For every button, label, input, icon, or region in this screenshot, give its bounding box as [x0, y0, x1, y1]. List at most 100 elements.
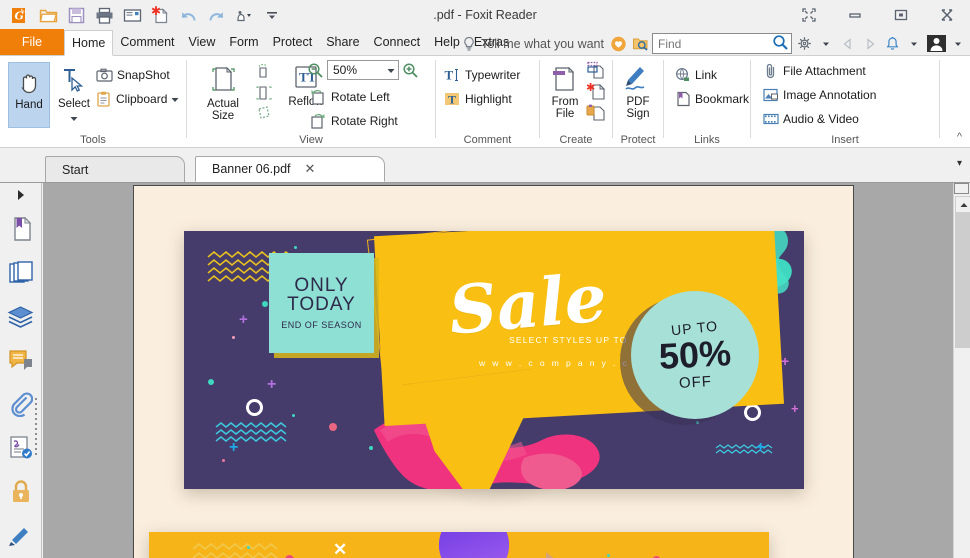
menu-tab-home[interactable]: Home — [64, 30, 114, 56]
ribbon-group-label-protect: Protect — [620, 134, 656, 146]
typewriter-button[interactable]: T Typewriter — [444, 64, 521, 86]
lightbulb-icon[interactable] — [459, 33, 479, 55]
menu-tab-form[interactable]: Form — [222, 29, 265, 55]
redo-icon[interactable] — [202, 2, 230, 28]
find-dropdown-caret-icon[interactable] — [816, 33, 836, 55]
svg-text:✱: ✱ — [586, 82, 595, 94]
vertical-scrollbar[interactable] — [953, 183, 970, 558]
from-scanner-icon[interactable] — [586, 61, 606, 79]
close-icon[interactable]: ✕ — [305, 161, 316, 177]
menu-tab-connect[interactable]: Connect — [367, 29, 428, 55]
search-icon[interactable] — [772, 34, 789, 54]
from-clipboard-icon[interactable] — [586, 103, 606, 121]
highlight-button[interactable]: T Highlight — [444, 88, 512, 110]
document-viewport[interactable]: + + + + + + Sale SELECT STYLES UP TO w w… — [43, 183, 953, 558]
page-rotate-icon[interactable] — [255, 105, 273, 121]
zoom-level-combobox[interactable]: 50% — [327, 60, 399, 80]
clipboard-label: Clipboard — [116, 92, 168, 106]
new-from-scanner-icon[interactable]: ✱ — [146, 2, 174, 28]
pdf-sign-button[interactable]: PDF Sign — [617, 60, 659, 120]
clipboard-icon — [96, 91, 112, 107]
bookmark-button[interactable]: Bookmark — [674, 88, 749, 110]
sidebar-item-stamps[interactable] — [0, 514, 42, 558]
zoom-out-icon[interactable] — [307, 62, 324, 79]
scroll-split-button[interactable] — [954, 183, 969, 194]
ribbon-group-label-links: Links — [694, 134, 720, 146]
select-tool-button[interactable]: Select — [52, 62, 96, 128]
clipboard-dropdown-caret-icon[interactable] — [171, 92, 179, 106]
heart-icon[interactable] — [608, 33, 628, 55]
menu-tab-protect[interactable]: Protect — [266, 29, 320, 55]
typewriter-icon: T — [444, 67, 461, 83]
collapse-ribbon-button[interactable]: ^ — [957, 131, 962, 143]
blank-page-icon[interactable]: ✱ — [586, 82, 606, 100]
sidebar-item-bookmarks[interactable] — [0, 207, 42, 251]
link-icon — [674, 67, 691, 83]
foxit-logo-icon[interactable]: G — [6, 2, 34, 28]
pdf-page-1[interactable]: + + + + + + Sale SELECT STYLES UP TO w w… — [133, 185, 854, 558]
link-button[interactable]: Link — [674, 64, 717, 86]
sidebar-resize-grip[interactable] — [35, 398, 39, 458]
scroll-up-button[interactable] — [955, 196, 970, 213]
bell-caret-icon[interactable] — [904, 33, 924, 55]
bookmark-label: Bookmark — [695, 92, 750, 106]
find-settings-icon[interactable] — [794, 33, 814, 55]
rotate-right-button[interactable]: Rotate Right — [310, 110, 398, 132]
scroll-thumb[interactable] — [955, 213, 970, 348]
sidebar-item-comments[interactable] — [0, 339, 42, 383]
typewriter-label: Typewriter — [465, 68, 521, 82]
maximize-button[interactable] — [878, 0, 924, 30]
avatar[interactable] — [926, 33, 946, 55]
find-next-icon[interactable] — [860, 33, 880, 55]
close-button[interactable] — [924, 0, 970, 30]
zoom-in-icon[interactable] — [402, 62, 419, 79]
email-icon[interactable] — [118, 2, 146, 28]
find-input[interactable]: Find — [652, 33, 792, 54]
doc-tab-start[interactable]: Start — [45, 156, 185, 182]
overflow-icon[interactable] — [258, 2, 286, 28]
rotate-left-button[interactable]: Rotate Left — [310, 86, 390, 108]
menu-tab-view[interactable]: View — [182, 29, 223, 55]
sidebar-expand-toggle[interactable] — [0, 183, 42, 207]
undo-icon[interactable] — [174, 2, 202, 28]
file-attachment-button[interactable]: File Attachment — [763, 60, 866, 82]
dot-teal-b2-icon — [247, 546, 250, 549]
audio-video-button[interactable]: Audio & Video — [763, 108, 859, 130]
restore-tabs-button[interactable] — [786, 0, 832, 30]
zoom-controls: 50% — [307, 60, 419, 80]
find-placeholder: Find — [658, 36, 682, 51]
page-fit-icon[interactable] — [255, 85, 273, 101]
avatar-caret-icon[interactable] — [948, 33, 968, 55]
image-annotation-button[interactable]: Image Annotation — [763, 84, 876, 106]
find-previous-icon[interactable] — [838, 33, 858, 55]
sidebar-item-security[interactable] — [0, 470, 42, 514]
discount-badge: UP TO 50% OFF — [631, 291, 759, 419]
notification-bell-icon[interactable] — [882, 33, 902, 55]
snapshot-button[interactable]: SnapShot — [96, 64, 170, 86]
save-icon[interactable] — [62, 2, 90, 28]
customize-icon[interactable] — [230, 2, 258, 28]
zoom-dropdown-caret-icon[interactable] — [387, 63, 395, 77]
tell-me-label[interactable]: Tell me what you want to do — [481, 37, 606, 51]
tab-list-dropdown-icon[interactable]: ▾ — [957, 158, 962, 169]
minimize-button[interactable] — [832, 0, 878, 30]
sidebar-item-pages[interactable] — [0, 251, 42, 295]
menu-tab-share[interactable]: Share — [319, 29, 366, 55]
actual-size-button[interactable]: Actual Size — [197, 60, 249, 122]
doc-tab-banner06[interactable]: Banner 06.pdf ✕ — [195, 156, 385, 182]
rotate-page-up-icon[interactable] — [255, 64, 273, 81]
menu-tab-comment[interactable]: Comment — [113, 29, 181, 55]
menu-file-tab[interactable]: File — [0, 29, 64, 55]
create-from-file-button[interactable]: From File — [544, 60, 586, 120]
search-folder-icon[interactable] — [630, 33, 650, 55]
open-icon[interactable] — [34, 2, 62, 28]
print-icon[interactable] — [90, 2, 118, 28]
sidebar-item-layers[interactable] — [0, 295, 42, 339]
ring-white-icon — [246, 399, 263, 416]
hand-tool-button[interactable]: Hand — [8, 62, 50, 128]
select-styles-text: SELECT STYLES UP TO — [509, 335, 628, 345]
rotate-right-label: Rotate Right — [331, 114, 398, 128]
clipboard-button[interactable]: Clipboard — [96, 88, 179, 110]
quick-access-toolbar: G ✱ — [0, 2, 286, 28]
select-dropdown-caret-icon[interactable] — [70, 111, 78, 125]
